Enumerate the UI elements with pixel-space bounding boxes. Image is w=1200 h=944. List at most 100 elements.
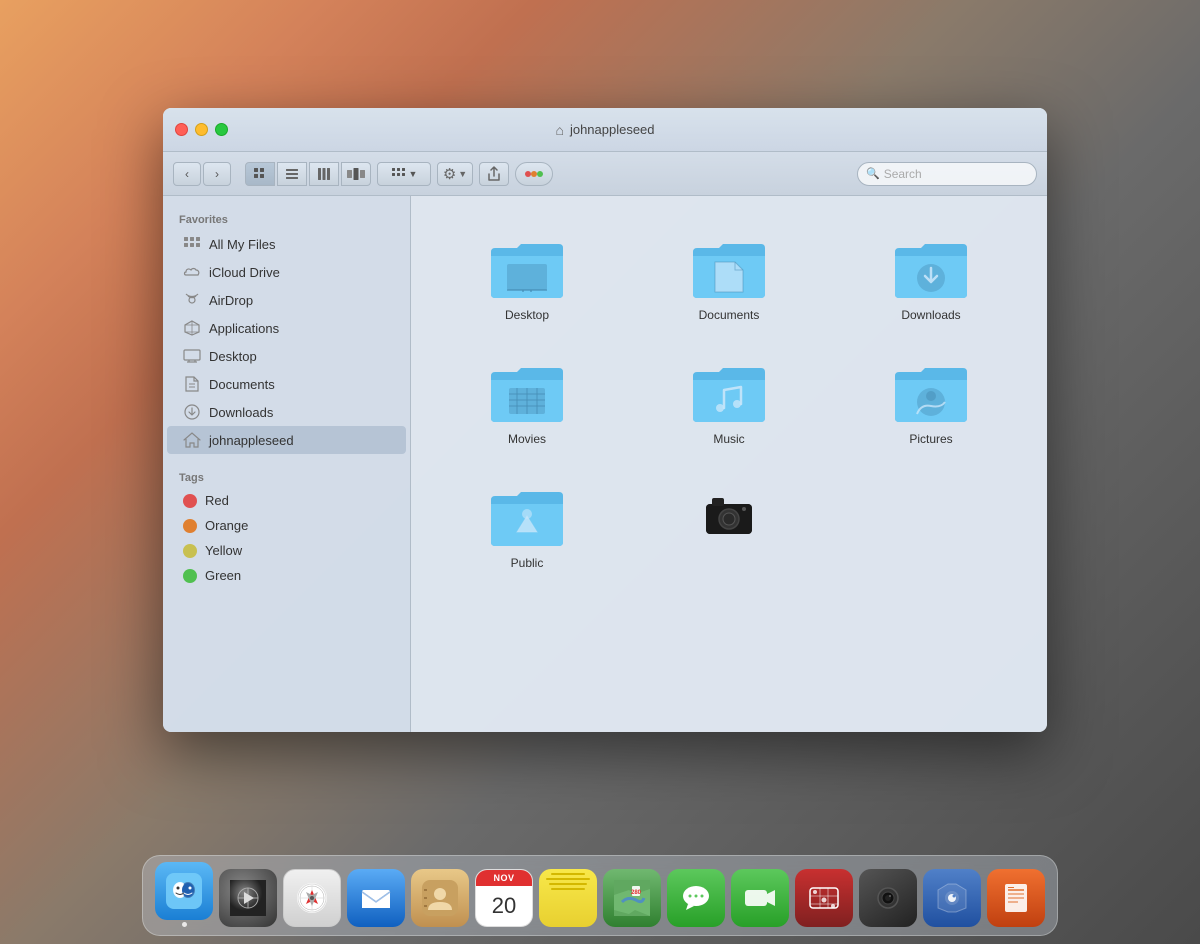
facetime-icon (731, 869, 789, 927)
calendar-icon: NOV 20 (475, 869, 533, 927)
finder-icon (155, 862, 213, 920)
sidebar-item-tag-yellow[interactable]: Yellow (167, 538, 406, 563)
sidebar-item-all-my-files[interactable]: All My Files (167, 230, 406, 258)
search-bar[interactable]: 🔍 Search (857, 162, 1037, 186)
dock-item-facetime[interactable] (731, 869, 789, 927)
public-folder-label: Public (511, 556, 544, 570)
home-icon: ⌂ (555, 122, 563, 138)
svg-text:280: 280 (631, 890, 642, 896)
sidebar-item-icloud-drive-label: iCloud Drive (209, 265, 280, 280)
movies-folder-label: Movies (508, 432, 546, 446)
music-folder-label: Music (713, 432, 744, 446)
favorites-section-title: Favorites (163, 208, 410, 230)
documents-icon (183, 375, 201, 393)
sidebar-item-desktop[interactable]: Desktop (167, 342, 406, 370)
home-folder-icon (183, 431, 201, 449)
sidebar-item-airdrop-label: AirDrop (209, 293, 253, 308)
traffic-lights (175, 123, 228, 136)
desktop-folder-icon (487, 234, 567, 302)
search-icon: 🔍 (866, 167, 880, 180)
window-title-area: ⌂ johnappleseed (555, 122, 654, 138)
tags-section-title: Tags (163, 466, 410, 488)
dock-item-calendar[interactable]: NOV 20 (475, 869, 533, 927)
sidebar-item-tag-red[interactable]: Red (167, 488, 406, 513)
arrange-button[interactable]: ▼ (377, 162, 431, 186)
share-button[interactable] (479, 162, 509, 186)
icon-view-button[interactable] (245, 162, 275, 186)
dock-item-launchpad[interactable] (219, 869, 277, 927)
sidebar-item-tag-green[interactable]: Green (167, 563, 406, 588)
dock: NOV 20 280 (142, 855, 1058, 936)
sidebar-item-downloads-label: Downloads (209, 405, 273, 420)
camera-item[interactable] (633, 474, 825, 578)
forward-button[interactable]: › (203, 162, 231, 186)
sidebar-item-desktop-label: Desktop (209, 349, 257, 364)
finder-window: ⌂ johnappleseed ‹ › (163, 108, 1047, 732)
back-button[interactable]: ‹ (173, 162, 201, 186)
safari-icon (283, 869, 341, 927)
dock-item-iphoto[interactable] (923, 869, 981, 927)
tag-button[interactable] (515, 162, 553, 186)
maximize-button[interactable] (215, 123, 228, 136)
documents-folder-label: Documents (699, 308, 760, 322)
camera-icon (689, 482, 769, 550)
sidebar-item-documents[interactable]: Documents (167, 370, 406, 398)
sidebar-item-home[interactable]: johnappleseed (167, 426, 406, 454)
column-view-button[interactable] (309, 162, 339, 186)
file-item-public[interactable]: Public (431, 474, 623, 578)
view-buttons (245, 162, 371, 186)
dock-item-notes[interactable] (539, 869, 597, 927)
minimize-button[interactable] (195, 123, 208, 136)
dock-item-pages[interactable] (987, 869, 1045, 927)
downloads-folder-icon (891, 234, 971, 302)
pages-icon (987, 869, 1045, 927)
downloads-icon (183, 403, 201, 421)
dock-item-photobooth[interactable] (795, 869, 853, 927)
file-item-desktop[interactable]: Desktop (431, 226, 623, 330)
isight-icon (859, 869, 917, 927)
desktop-folder-label: Desktop (505, 308, 549, 322)
toolbar: ‹ › (163, 152, 1047, 196)
dock-item-finder[interactable] (155, 862, 213, 927)
sidebar-item-airdrop[interactable]: AirDrop (167, 286, 406, 314)
coverflow-view-button[interactable] (341, 162, 371, 186)
file-item-downloads[interactable]: Downloads (835, 226, 1027, 330)
calendar-month: NOV (493, 873, 514, 883)
list-view-button[interactable] (277, 162, 307, 186)
sidebar-item-applications-label: Applications (209, 321, 279, 336)
dock-item-mail[interactable] (347, 869, 405, 927)
dock-item-contacts[interactable] (411, 869, 469, 927)
dock-item-messages[interactable] (667, 869, 725, 927)
green-tag-dot (183, 569, 197, 583)
documents-folder-icon (689, 234, 769, 302)
sidebar-item-downloads[interactable]: Downloads (167, 398, 406, 426)
file-item-music[interactable]: Music (633, 350, 825, 454)
file-item-documents[interactable]: Documents (633, 226, 825, 330)
search-placeholder: Search (884, 167, 922, 181)
sidebar: Favorites All My Files (163, 196, 411, 732)
dock-item-maps[interactable]: 280 (603, 869, 661, 927)
airdrop-icon (183, 291, 201, 309)
icloud-drive-icon (183, 263, 201, 281)
mail-icon (347, 869, 405, 927)
dock-item-isight[interactable] (859, 869, 917, 927)
yellow-tag-dot (183, 544, 197, 558)
desktop-icon (183, 347, 201, 365)
launchpad-icon (219, 869, 277, 927)
sidebar-item-icloud-drive[interactable]: iCloud Drive (167, 258, 406, 286)
sidebar-item-applications[interactable]: Applications (167, 314, 406, 342)
red-tag-label: Red (205, 493, 229, 508)
downloads-folder-label: Downloads (901, 308, 960, 322)
file-item-movies[interactable]: Movies (431, 350, 623, 454)
sidebar-item-all-my-files-label: All My Files (209, 237, 275, 252)
close-button[interactable] (175, 123, 188, 136)
file-item-pictures[interactable]: Pictures (835, 350, 1027, 454)
file-grid: Desktop Documents (411, 196, 1047, 732)
pictures-folder-label: Pictures (909, 432, 952, 446)
action-button[interactable]: ⚙ ▼ (437, 162, 473, 186)
movies-folder-icon (487, 358, 567, 426)
dock-item-safari[interactable] (283, 869, 341, 927)
title-bar: ⌂ johnappleseed (163, 108, 1047, 152)
nav-buttons: ‹ › (173, 162, 231, 186)
sidebar-item-tag-orange[interactable]: Orange (167, 513, 406, 538)
